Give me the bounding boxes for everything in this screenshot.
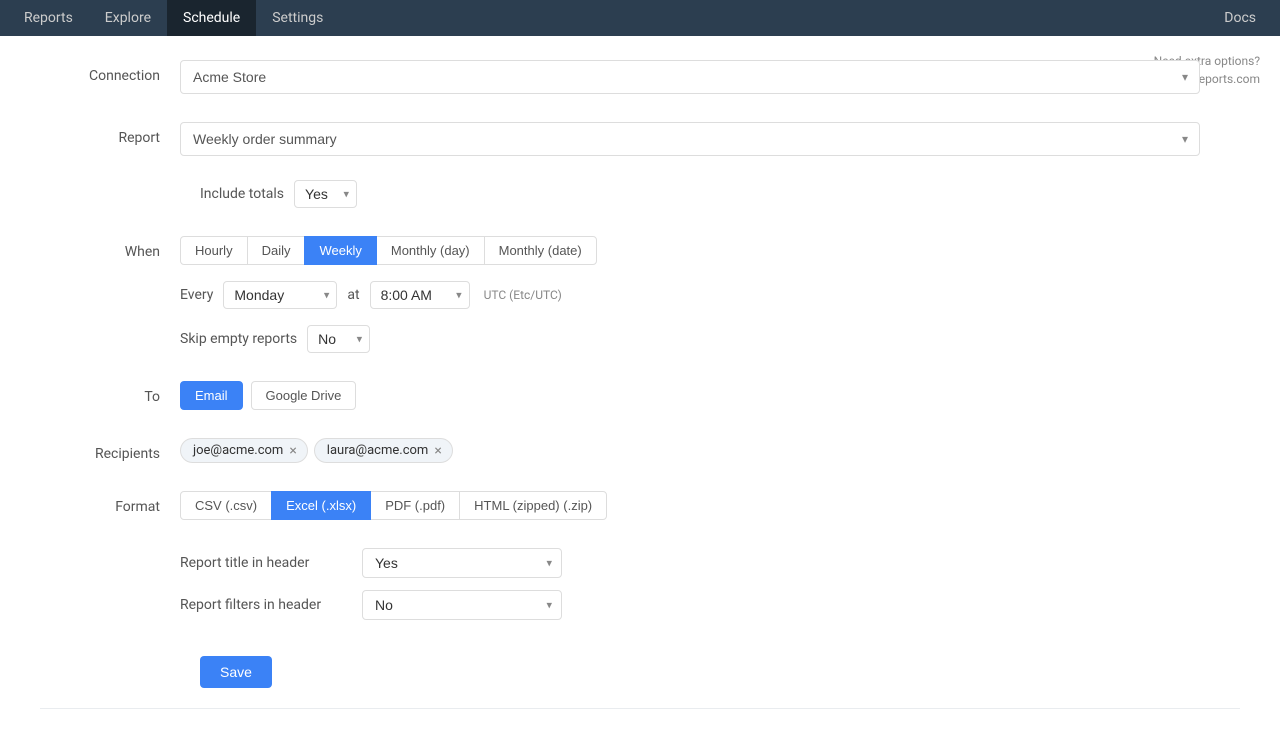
report-row: Report Weekly order summary (40, 118, 1240, 156)
when-row: When Hourly Daily Weekly Monthly (day) M… (40, 232, 1240, 353)
recipient-remove-laura[interactable]: × (434, 444, 441, 458)
when-section: Hourly Daily Weekly Monthly (day) Monthl… (180, 236, 1200, 353)
format-xlsx[interactable]: Excel (.xlsx) (271, 491, 371, 520)
report-filters-label: Report filters in header (180, 597, 350, 613)
day-select[interactable]: Monday Tuesday Wednesday Thursday Friday… (223, 281, 337, 309)
connection-label: Connection (40, 60, 180, 84)
bottom-border (40, 708, 1240, 709)
skip-dropdown: No Yes (307, 325, 370, 353)
save-row: Save (40, 656, 1240, 688)
every-label: Every (180, 287, 213, 303)
include-totals-select[interactable]: Yes No (294, 180, 357, 208)
report-select[interactable]: Weekly order summary (180, 122, 1200, 156)
report-title-row: Report title in header Yes No Report fil… (40, 544, 1240, 632)
when-label: When (40, 236, 180, 260)
recipient-remove-joe[interactable]: × (289, 444, 296, 458)
tab-hourly[interactable]: Hourly (180, 236, 248, 265)
recipient-email-laura: laura@acme.com (327, 443, 429, 458)
when-tab-group: Hourly Daily Weekly Monthly (day) Monthl… (180, 236, 1200, 265)
report-filters-dropdown: No Yes (362, 590, 562, 620)
include-totals-label: Include totals (200, 186, 284, 202)
nav-settings[interactable]: Settings (256, 0, 339, 36)
connection-dropdown-wrapper: Acme Store (180, 60, 1200, 94)
nav-explore[interactable]: Explore (89, 0, 167, 36)
include-totals-row: Include totals Yes No (40, 180, 1240, 208)
report-title-spacer (40, 548, 180, 556)
report-title-dropdown: Yes No (362, 548, 562, 578)
time-dropdown: 8:00 AM 9:00 AM 10:00 AM (370, 281, 470, 309)
include-totals-dropdown: Yes No (294, 180, 357, 208)
to-email-button[interactable]: Email (180, 381, 243, 410)
save-button[interactable]: Save (200, 656, 272, 688)
format-html[interactable]: HTML (zipped) (.zip) (459, 491, 607, 520)
skip-row: Skip empty reports No Yes (180, 325, 1200, 353)
report-title-label: Report title in header (180, 555, 350, 571)
to-label: To (40, 381, 180, 405)
to-field: Email Google Drive (180, 381, 1200, 410)
tab-monthly-day[interactable]: Monthly (day) (376, 236, 485, 265)
to-group: Email Google Drive (180, 381, 1200, 410)
at-label: at (347, 287, 359, 303)
report-filters-subrow: Report filters in header No Yes (180, 590, 1200, 620)
main-content: Need extra options? Let us know at hello… (0, 36, 1280, 749)
format-group: CSV (.csv) Excel (.xlsx) PDF (.pdf) HTML… (180, 491, 1200, 520)
connection-select[interactable]: Acme Store (180, 60, 1200, 94)
report-dropdown-wrapper: Weekly order summary (180, 122, 1200, 156)
connection-field: Acme Store (180, 60, 1200, 94)
recipient-tag-laura: laura@acme.com × (314, 438, 453, 463)
tab-daily[interactable]: Daily (247, 236, 306, 265)
report-title-field: Report title in header Yes No Report fil… (180, 548, 1200, 632)
report-title-subrow: Report title in header Yes No (180, 548, 1200, 578)
skip-label: Skip empty reports (180, 331, 297, 347)
tab-weekly[interactable]: Weekly (304, 236, 376, 265)
recipient-email-joe: joe@acme.com (193, 443, 283, 458)
recipients-row: Recipients joe@acme.com × laura@acme.com… (40, 434, 1240, 463)
recipients-field: joe@acme.com × laura@acme.com × (180, 438, 1200, 463)
recipients-label: Recipients (40, 438, 180, 462)
time-select[interactable]: 8:00 AM 9:00 AM 10:00 AM (370, 281, 470, 309)
nav-reports[interactable]: Reports (8, 0, 89, 36)
to-row: To Email Google Drive (40, 377, 1240, 410)
format-pdf[interactable]: PDF (.pdf) (370, 491, 460, 520)
nav-schedule[interactable]: Schedule (167, 0, 256, 36)
format-csv[interactable]: CSV (.csv) (180, 491, 272, 520)
skip-select[interactable]: No Yes (307, 325, 370, 353)
report-filters-select[interactable]: No Yes (362, 590, 562, 620)
format-row: Format CSV (.csv) Excel (.xlsx) PDF (.pd… (40, 487, 1240, 520)
to-googledrive-button[interactable]: Google Drive (251, 381, 357, 410)
tab-monthly-date[interactable]: Monthly (date) (484, 236, 597, 265)
recipients-list: joe@acme.com × laura@acme.com × (180, 438, 1200, 463)
top-nav: Reports Explore Schedule Settings Docs (0, 0, 1280, 36)
report-field: Weekly order summary (180, 122, 1200, 156)
nav-docs[interactable]: Docs (1208, 10, 1272, 26)
report-label: Report (40, 122, 180, 146)
utc-label: UTC (Etc/UTC) (484, 288, 562, 302)
format-label: Format (40, 491, 180, 515)
recipient-tag-joe: joe@acme.com × (180, 438, 308, 463)
day-dropdown: Monday Tuesday Wednesday Thursday Friday… (223, 281, 337, 309)
format-field: CSV (.csv) Excel (.xlsx) PDF (.pdf) HTML… (180, 491, 1200, 520)
connection-row: Connection Acme Store (40, 56, 1240, 94)
report-title-select[interactable]: Yes No (362, 548, 562, 578)
every-row: Every Monday Tuesday Wednesday Thursday … (180, 281, 1200, 309)
